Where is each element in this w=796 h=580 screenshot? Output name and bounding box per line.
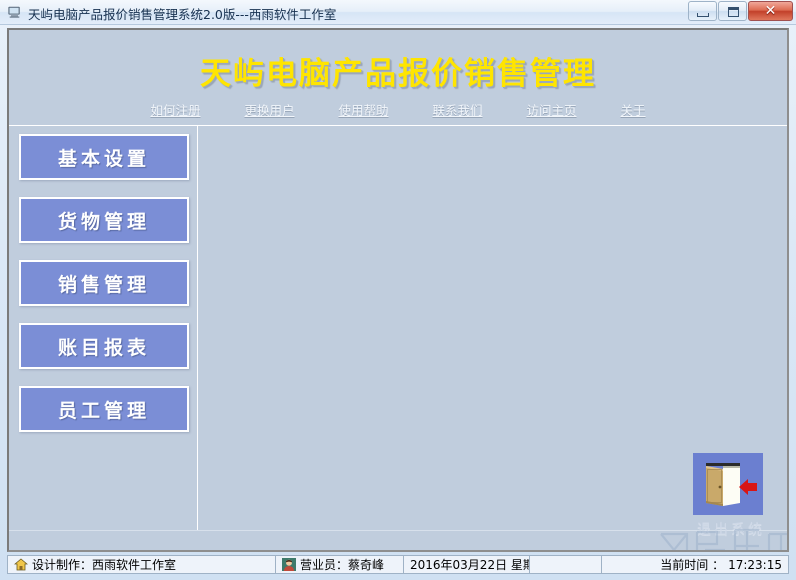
- exit-system-button[interactable]: 退出系统: [693, 453, 773, 549]
- status-operator-cell: 营业员：蔡奇峰: [276, 556, 404, 573]
- minimize-icon: [697, 13, 709, 17]
- sidebar-item-staff-management[interactable]: 员工管理: [19, 386, 189, 432]
- close-icon: ✕: [764, 3, 777, 19]
- nav-link-contact[interactable]: 联系我们: [433, 100, 483, 119]
- sidebar-item-basic-settings[interactable]: 基本设置: [19, 134, 189, 180]
- sidebar-item-sales-management[interactable]: 销售管理: [19, 260, 189, 306]
- nav-link-homepage[interactable]: 访问主页: [527, 100, 577, 119]
- status-designer-cell: 设计制作：西雨软件工作室: [8, 556, 276, 573]
- sidebar-item-label: 基本设置: [57, 147, 150, 170]
- sidebar-item-label: 货物管理: [57, 210, 150, 233]
- status-time-cell: 当前时间 ： 17:23:15: [602, 556, 788, 573]
- status-time-value: 17:23:15: [728, 557, 782, 572]
- status-spacer: [530, 556, 602, 573]
- status-designer-text: 设计制作：西雨软件工作室: [32, 558, 177, 572]
- close-button[interactable]: ✕: [748, 1, 793, 21]
- sidebar-item-account-reports[interactable]: 账目报表: [19, 323, 189, 369]
- nav-link-about[interactable]: 关于: [621, 100, 646, 119]
- sidebar-item-label: 员工管理: [57, 399, 150, 422]
- title-bar: 天屿电脑产品报价销售管理系统2.0版---西雨软件工作室 ✕: [0, 0, 796, 25]
- minimize-button[interactable]: [688, 1, 717, 21]
- header-divider: [9, 125, 787, 126]
- sidebar-divider: [197, 125, 198, 530]
- exit-system-label: 退出系统: [697, 522, 765, 538]
- footer-divider: [9, 530, 787, 531]
- home-icon: [14, 558, 28, 571]
- header-band: 天屿电脑产品报价销售管理 如何注册 更换用户 使用帮助 联系我们 访问主页 关于: [9, 30, 787, 123]
- window-controls: ✕: [687, 1, 793, 22]
- nav-links: 如何注册 更换用户 使用帮助 联系我们 访问主页 关于: [9, 100, 787, 119]
- status-date-text: 2016年03月22日 星期二: [410, 558, 529, 572]
- window-title: 天屿电脑产品报价销售管理系统2.0版---西雨软件工作室: [28, 7, 337, 22]
- client-area: 天屿电脑产品报价销售管理 如何注册 更换用户 使用帮助 联系我们 访问主页 关于…: [9, 30, 787, 550]
- status-date-cell: 2016年03月22日 星期二: [404, 556, 530, 573]
- status-time-label: 当前时间 ：: [660, 558, 725, 572]
- status-operator-text: 营业员：蔡奇峰: [300, 558, 385, 572]
- sidebar-item-goods-management[interactable]: 货物管理: [19, 197, 189, 243]
- computer-icon: [8, 6, 20, 18]
- nav-link-register[interactable]: 如何注册: [150, 100, 200, 119]
- application-window: 天屿电脑产品报价销售管理系统2.0版---西雨软件工作室 ✕ 天屿电脑产品报价销…: [0, 0, 796, 580]
- exit-door-icon: [693, 453, 763, 515]
- client-frame: 天屿电脑产品报价销售管理 如何注册 更换用户 使用帮助 联系我们 访问主页 关于…: [7, 28, 789, 552]
- sidebar: 基本设置 货物管理 销售管理 账目报表 员工管理: [19, 134, 189, 449]
- sidebar-item-label: 销售管理: [57, 273, 150, 296]
- nav-link-help[interactable]: 使用帮助: [338, 100, 388, 119]
- maximize-button[interactable]: [718, 1, 747, 21]
- status-bar: 设计制作：西雨软件工作室 营业员：蔡奇峰 2016年03月22日 星期二 当前时…: [7, 555, 789, 574]
- nav-link-switch-user[interactable]: 更换用户: [244, 100, 294, 119]
- maximize-icon: [728, 7, 739, 17]
- page-title: 天屿电脑产品报价销售管理: [200, 56, 596, 92]
- user-avatar-icon: [282, 558, 296, 571]
- sidebar-item-label: 账目报表: [57, 336, 150, 359]
